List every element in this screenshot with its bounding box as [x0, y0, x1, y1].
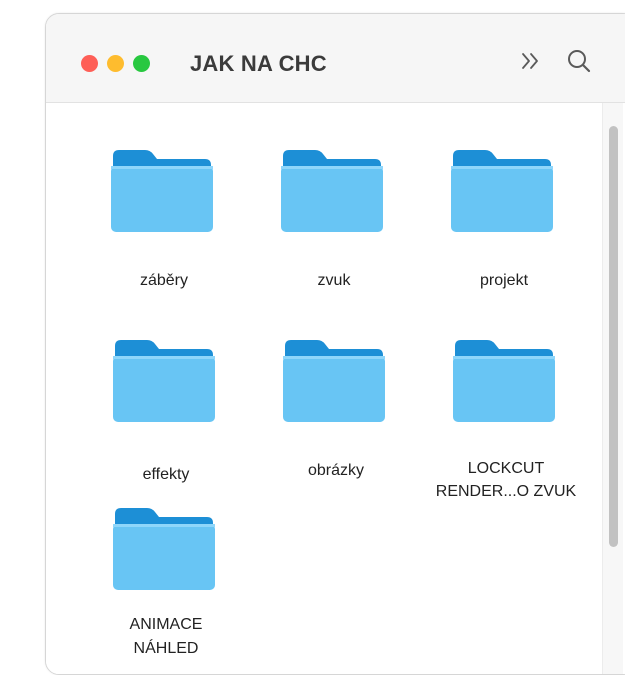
finder-window: JAK NA CHC záběry zvuk projekt effekty o… — [45, 13, 625, 675]
folder-item[interactable]: zvuk — [254, 146, 414, 326]
folder-item[interactable]: obrázky — [256, 336, 416, 516]
folder-name: zvuk — [317, 272, 351, 289]
close-button[interactable] — [81, 55, 98, 72]
scrollbar-thumb[interactable] — [609, 126, 618, 547]
folder-icon — [453, 340, 555, 422]
title-bar[interactable]: JAK NA CHC — [46, 14, 625, 103]
folder-icon — [113, 340, 215, 422]
folder-name-line-1: ANIMACE — [129, 616, 203, 633]
search-button[interactable] — [562, 44, 596, 78]
folder-name-line-1: LOCKCUT — [467, 460, 545, 477]
minimize-button[interactable] — [107, 55, 124, 72]
folder-name: záběry — [139, 272, 189, 289]
window-title: JAK NA CHC — [190, 51, 327, 76]
folder-item[interactable]: LOCKCUT RENDER...O ZVUK — [426, 336, 586, 516]
zoom-button[interactable] — [133, 55, 150, 72]
folder-icon — [451, 150, 553, 232]
folder-name-line-2: NÁHLED — [133, 640, 199, 657]
chevron-double-right-icon — [522, 53, 538, 69]
folder-icon — [113, 508, 215, 590]
folder-item[interactable]: projekt — [424, 146, 584, 326]
folder-name: projekt — [479, 272, 529, 289]
folder-item[interactable]: effekty — [86, 336, 246, 516]
folder-icon — [281, 150, 383, 232]
folder-name: effekty — [142, 466, 190, 483]
folder-name-line-2: RENDER...O ZVUK — [435, 483, 577, 500]
folder-icon — [283, 340, 385, 422]
folder-item[interactable]: ANIMACE NÁHLED — [86, 504, 246, 674]
search-icon — [568, 50, 591, 73]
folder-item[interactable]: záběry — [84, 146, 244, 326]
toolbar-overflow-button[interactable] — [514, 44, 548, 78]
folder-icon — [111, 150, 213, 232]
folder-name: obrázky — [307, 462, 365, 479]
